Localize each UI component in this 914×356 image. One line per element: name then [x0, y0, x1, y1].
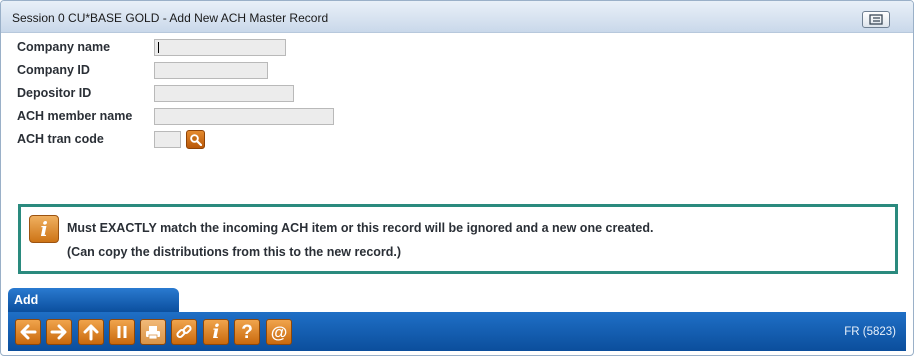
at-button[interactable]: @: [266, 319, 292, 345]
up-icon: [83, 324, 99, 341]
lookup-button[interactable]: [186, 130, 205, 149]
company-id-input[interactable]: [154, 62, 268, 79]
ach-member-name-label: ACH member name: [17, 109, 133, 123]
help-button[interactable]: ?: [234, 319, 260, 345]
window-menu-icon: [869, 14, 883, 25]
add-action-label: Add: [14, 293, 39, 307]
print-icon: [146, 325, 160, 339]
help-icon: ?: [241, 321, 253, 343]
back-button[interactable]: [15, 319, 41, 345]
company-id-label: Company ID: [17, 63, 90, 77]
forward-icon: [50, 324, 67, 340]
window-title: Session 0 CU*BASE GOLD - Add New ACH Mas…: [12, 11, 329, 25]
print-button[interactable]: [140, 319, 166, 345]
link-icon: [176, 324, 192, 339]
magnifier-icon: [190, 134, 202, 146]
back-icon: [20, 324, 37, 340]
info-message-box: i Must EXACTLY match the incoming ACH it…: [18, 204, 898, 274]
ach-tran-code-input[interactable]: [154, 131, 181, 148]
forward-button[interactable]: [46, 319, 72, 345]
depositor-id-label: Depositor ID: [17, 86, 92, 100]
info-message-line-1: Must EXACTLY match the incoming ACH item…: [67, 221, 654, 235]
ach-tran-code-label: ACH tran code: [17, 132, 104, 146]
pause-icon: [117, 326, 127, 338]
app-window: Session 0 CU*BASE GOLD - Add New ACH Mas…: [0, 0, 914, 356]
info-button[interactable]: i: [203, 319, 229, 345]
info-message-line-2: (Can copy the distributions from this to…: [67, 245, 402, 259]
title-bar: Session 0 CU*BASE GOLD - Add New ACH Mas…: [1, 1, 913, 33]
company-name-input[interactable]: [154, 39, 286, 56]
screen-id: FR (5823): [844, 326, 896, 338]
window-menu-button[interactable]: [862, 11, 890, 28]
up-button[interactable]: [78, 319, 104, 345]
add-action-tab[interactable]: Add: [8, 288, 179, 312]
info-icon: i: [212, 320, 220, 343]
bottom-toolbar: i ? @ FR (5823): [8, 312, 906, 351]
depositor-id-input[interactable]: [154, 85, 294, 102]
ach-member-name-input[interactable]: [154, 108, 334, 125]
link-button[interactable]: [171, 319, 197, 345]
at-icon: @: [270, 322, 288, 342]
pause-button[interactable]: [109, 319, 135, 345]
info-icon: i: [29, 215, 59, 243]
company-name-label: Company name: [17, 40, 111, 54]
